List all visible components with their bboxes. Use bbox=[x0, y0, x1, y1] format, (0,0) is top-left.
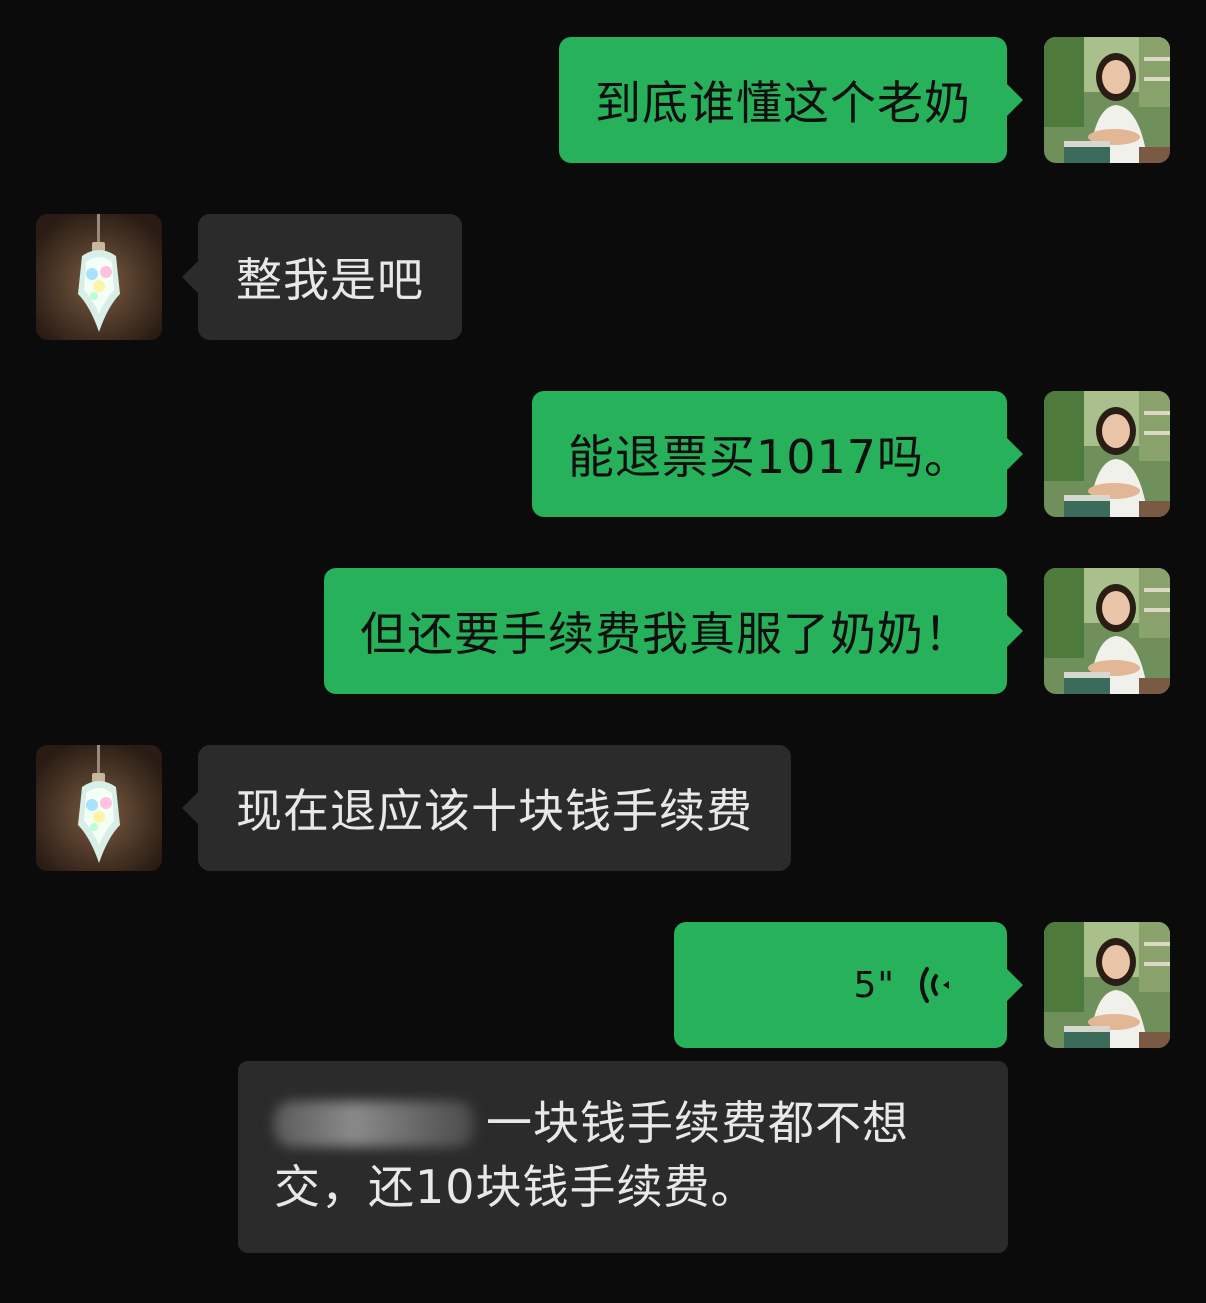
voice-message-bubble[interactable]: 5" bbox=[674, 922, 1023, 1048]
message-text: 现在退应该十块钱手续费 bbox=[236, 784, 753, 838]
my-avatar[interactable] bbox=[1044, 37, 1170, 163]
message-bubble-outgoing[interactable]: 能退票买1017吗。 bbox=[531, 391, 1024, 517]
message-bubble-incoming[interactable]: 整我是吧 bbox=[182, 214, 462, 340]
message-text: 能退票买1017吗。 bbox=[567, 430, 971, 484]
avatar-lamp-photo-icon bbox=[36, 214, 162, 340]
my-avatar[interactable] bbox=[1044, 568, 1170, 694]
voice-transcript: 一块钱手续费都不想 交，还10块钱手续费。 bbox=[238, 1061, 1008, 1253]
message-bubble-outgoing[interactable]: 但还要手续费我真服了奶奶！ bbox=[324, 568, 1023, 694]
voice-duration: 5" bbox=[853, 964, 895, 1006]
avatar-woman-photo-icon bbox=[1044, 391, 1170, 517]
contact-avatar[interactable] bbox=[36, 214, 162, 340]
message-bubble-incoming[interactable]: 现在退应该十块钱手续费 bbox=[182, 745, 791, 871]
message-bubble-outgoing[interactable]: 到底谁懂这个老奶 bbox=[559, 37, 1023, 163]
avatar-woman-photo-icon bbox=[1044, 37, 1170, 163]
transcript-line-1: 一块钱手续费都不想 bbox=[274, 1091, 972, 1155]
avatar-woman-photo-icon bbox=[1044, 922, 1170, 1048]
contact-avatar[interactable] bbox=[36, 745, 162, 871]
my-avatar[interactable] bbox=[1044, 391, 1170, 517]
message-text: 整我是吧 bbox=[236, 253, 424, 307]
avatar-woman-photo-icon bbox=[1044, 568, 1170, 694]
transcript-line-2: 交，还10块钱手续费。 bbox=[274, 1160, 758, 1214]
avatar-lamp-photo-icon bbox=[36, 745, 162, 871]
message-text: 但还要手续费我真服了奶奶！ bbox=[360, 607, 971, 661]
message-text: 到底谁懂这个老奶 bbox=[595, 76, 971, 130]
transcript-text-1: 一块钱手续费都不想 bbox=[486, 1096, 909, 1150]
redacted-blur bbox=[274, 1101, 474, 1147]
voice-wave-icon bbox=[920, 967, 949, 1003]
my-avatar[interactable] bbox=[1044, 922, 1170, 1048]
